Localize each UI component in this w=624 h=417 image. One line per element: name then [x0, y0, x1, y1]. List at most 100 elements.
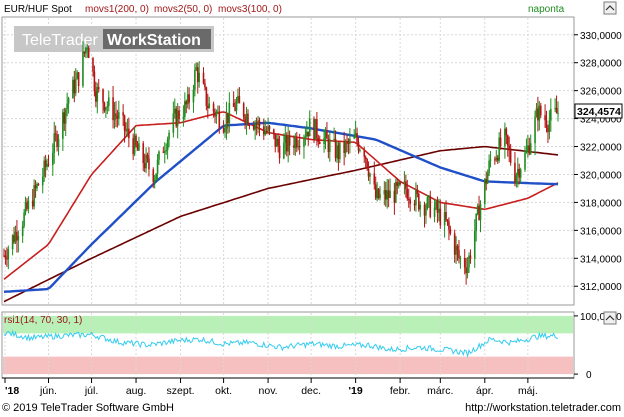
candle-body [95, 91, 97, 102]
candle-body [258, 120, 261, 127]
candle-body [367, 168, 370, 177]
candle-body [287, 135, 289, 152]
rsi-collapse-button[interactable] [603, 311, 617, 325]
candle-body [313, 118, 315, 140]
time-tick-label: jún. [39, 385, 57, 397]
candle-body [415, 189, 417, 206]
candle-body [383, 190, 386, 195]
candle-body [37, 183, 40, 186]
candle-body [439, 208, 442, 226]
watermark-logo: TeleTrader WorkStation [14, 26, 214, 52]
candle-body [232, 102, 235, 107]
candle-body [244, 117, 246, 123]
candle-body [158, 151, 160, 160]
candle-body [356, 133, 358, 142]
candle-body [449, 229, 452, 234]
price-tick-label: 312,0000 [580, 282, 622, 293]
candle-body [13, 235, 15, 242]
candle-body [86, 47, 89, 49]
candle-body [545, 120, 548, 129]
rsi-oversold-band [3, 356, 573, 375]
candle-body [518, 168, 521, 178]
candle-body [374, 184, 377, 199]
candle-body [252, 125, 255, 130]
website-link[interactable]: http://workstation.teletrader.com [465, 402, 621, 414]
rsi-tick-label: 0 [586, 370, 592, 381]
candle-body [284, 135, 287, 143]
candle-body [176, 110, 179, 127]
candle-body [247, 113, 249, 125]
candle-body [407, 198, 410, 200]
candle-body [275, 138, 278, 147]
candle-body [327, 138, 330, 153]
candle-body [494, 159, 496, 161]
candle-body [194, 70, 196, 90]
candle-body [403, 181, 406, 185]
candle-body [554, 107, 556, 110]
candle-body [283, 142, 285, 159]
candle-body [166, 139, 169, 151]
candle-body [463, 257, 466, 268]
candle-body [82, 51, 84, 87]
candle-body [41, 176, 44, 186]
candle-body [255, 124, 258, 126]
candle-body [208, 103, 211, 109]
candle-body [178, 110, 180, 119]
legend-instrument: EUR/HUF Spot [4, 4, 72, 15]
candle-body [234, 106, 236, 111]
candle-body [306, 131, 308, 137]
candle-body [51, 152, 54, 166]
candle-body [379, 194, 381, 199]
candle-body [4, 255, 7, 259]
price-tick-label: 316,0000 [580, 226, 622, 237]
candle-body [304, 136, 307, 138]
candle-body [465, 267, 467, 274]
candle-body [132, 138, 134, 155]
candle-body [273, 129, 275, 135]
legend-ma3: movs3(100, 0) [218, 4, 282, 15]
candle-body [527, 145, 529, 151]
candle-body [118, 112, 120, 119]
candle-body [479, 203, 482, 221]
candle-body [142, 143, 145, 163]
candle-body [53, 133, 56, 153]
rsi-panel[interactable]: rsi1(14, 70, 30, 1) [1, 311, 575, 379]
candle-body [93, 71, 96, 92]
candle-body [96, 87, 99, 102]
candle-body [393, 190, 396, 203]
candle-body [277, 138, 279, 146]
candle-body [373, 173, 376, 185]
candle-body [468, 255, 470, 268]
candle-body [557, 113, 559, 115]
collapse-button[interactable] [603, 1, 617, 15]
candle-body [324, 130, 327, 139]
candle-body [547, 128, 549, 133]
candle-body [294, 137, 297, 148]
candle-body [85, 47, 87, 54]
candle-body [186, 94, 189, 105]
candle-body [506, 135, 509, 146]
candle-body [218, 111, 221, 128]
candle-body [359, 150, 361, 152]
price-panel[interactable]: TeleTrader WorkStation [1, 16, 575, 306]
candle-body [466, 267, 469, 274]
candle-body [274, 134, 277, 147]
candle-body [74, 79, 77, 94]
time-tick-label: febr. [390, 385, 410, 397]
candle-body [163, 151, 166, 153]
candle-body [87, 47, 90, 59]
candle-body [67, 98, 70, 104]
candle-body [409, 199, 411, 204]
candle-body [405, 181, 407, 190]
candle-body [538, 105, 541, 121]
candle-body [426, 197, 429, 209]
candle-body [26, 202, 28, 209]
candle-body [245, 113, 248, 123]
candle-body [54, 133, 57, 135]
time-tick-label: ápr. [476, 385, 494, 397]
candle-body [399, 182, 401, 185]
candle-body [77, 72, 80, 87]
price-tick-label: 326,0000 [580, 87, 622, 98]
candle-body [126, 128, 129, 131]
candle-body [122, 112, 124, 116]
